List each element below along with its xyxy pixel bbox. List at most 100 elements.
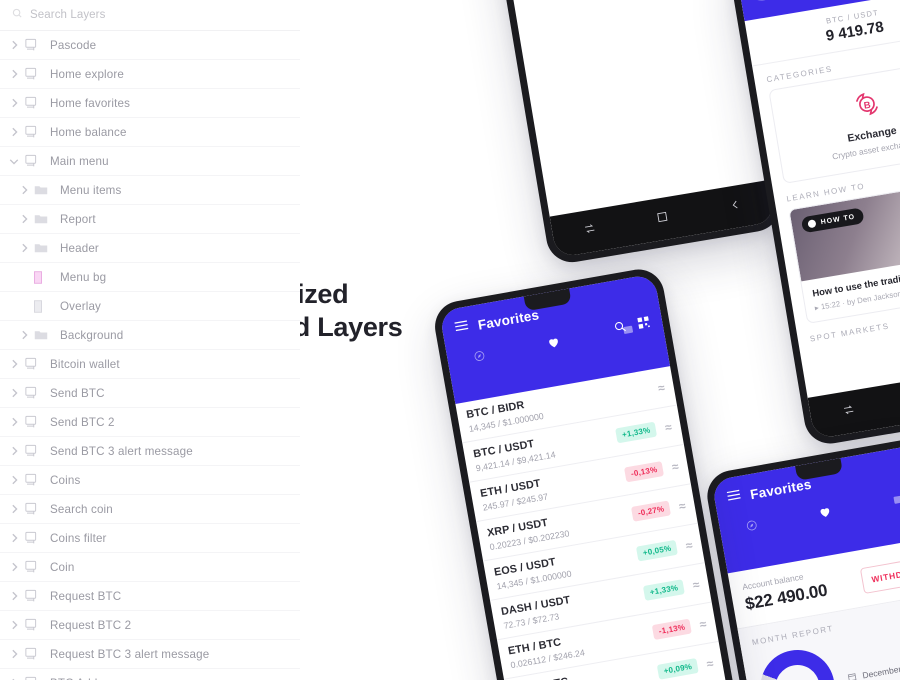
chevron-right-icon[interactable] <box>14 330 34 340</box>
layer-row-request-btc-2[interactable]: Request BTC 2 <box>0 611 300 640</box>
android-nav-bar-exchange[interactable] <box>807 362 900 440</box>
layer-name: Coins filter <box>50 531 107 545</box>
layer-row-search-coin[interactable]: Search coin <box>0 495 300 524</box>
layer-name: Request BTC 2 <box>50 618 132 632</box>
hamburger-icon[interactable] <box>725 487 743 507</box>
sparkline-icon: ≈ <box>677 498 687 514</box>
android-nav-bar[interactable] <box>549 179 776 258</box>
layer-row-send-btc-3-alert-message[interactable]: Send BTC 3 alert message <box>0 437 300 466</box>
tab-compass[interactable] <box>468 345 490 367</box>
phone-mockup-balance: Favorites Account balance $22 490.00 WIT… <box>703 435 900 680</box>
how-to-badge-label: HOW TO <box>820 213 856 227</box>
layer-row-request-btc-3-alert-message[interactable]: Request BTC 3 alert message <box>0 640 300 669</box>
recents-icon[interactable] <box>582 221 598 241</box>
chevron-right-icon[interactable] <box>14 214 34 224</box>
chevron-right-icon[interactable] <box>4 504 24 514</box>
favorites-list[interactable]: BTC / BIDR 14,345 / $1.000000 ≈ BTC / USDT 9… <box>455 366 726 680</box>
canvas: Send BTC11 July, 17:05- 0.043010 BTC- $3… <box>0 0 900 680</box>
withdraw-button[interactable]: WITHDRAW <box>859 555 900 595</box>
artboard-icon <box>24 415 50 429</box>
artboard-icon <box>24 96 50 110</box>
artboard-icon <box>24 357 50 371</box>
search-input[interactable]: Search Layers <box>30 9 105 21</box>
layer-name: Home favorites <box>50 96 131 110</box>
layer-name: Menu items <box>60 183 122 197</box>
chevron-right-icon[interactable] <box>4 40 24 50</box>
chevron-right-icon[interactable] <box>4 562 24 572</box>
layer-row-menu-bg[interactable]: Menu bg <box>0 263 300 292</box>
layer-name: Send BTC 2 <box>50 415 115 429</box>
sparkline-icon: ≈ <box>670 458 680 474</box>
artboard-icon <box>24 386 50 400</box>
qr-code-icon[interactable] <box>636 315 652 335</box>
chevron-right-icon[interactable] <box>4 388 24 398</box>
chevron-right-icon[interactable] <box>4 69 24 79</box>
layer-row-menu-items[interactable]: Menu items <box>0 176 300 205</box>
tab-compass[interactable] <box>740 514 762 536</box>
change-badge: -0,13% <box>623 460 665 483</box>
layer-name: Request BTC <box>50 589 122 603</box>
layer-name: Report <box>60 212 96 226</box>
chevron-right-icon[interactable] <box>4 649 24 659</box>
sparkline-icon: ≈ <box>705 655 715 671</box>
layer-row-header[interactable]: Header <box>0 234 300 263</box>
chevron-right-icon[interactable] <box>4 533 24 543</box>
layer-row-background[interactable]: Background <box>0 321 300 350</box>
layer-row-main-menu[interactable]: Main menu <box>0 147 300 176</box>
chevron-right-icon[interactable] <box>14 185 34 195</box>
layer-row-home-favorites[interactable]: Home favorites <box>0 89 300 118</box>
chevron-right-icon[interactable] <box>4 591 24 601</box>
layer-row-overlay[interactable]: Overlay <box>0 292 300 321</box>
recents-icon[interactable] <box>841 402 857 422</box>
artboard-icon <box>24 67 50 81</box>
layer-row-report[interactable]: Report <box>0 205 300 234</box>
layer-list[interactable]: Pascode Home explore Home favorites Home ba… <box>0 31 300 680</box>
layer-name: Bitcoin wallet <box>50 357 120 371</box>
svg-text:B: B <box>863 100 872 111</box>
rectangle-icon <box>34 299 60 313</box>
report-month-label: December <box>861 663 900 680</box>
layer-name: Menu bg <box>60 270 107 284</box>
tab-favorites[interactable] <box>814 501 836 523</box>
layer-row-btc-address[interactable]: BTC Address <box>0 669 300 680</box>
tab-wallet[interactable] <box>887 488 900 510</box>
phone-screen-transactions: Send BTC11 July, 17:05- 0.043010 BTC- $3… <box>476 0 776 258</box>
layer-row-home-explore[interactable]: Home explore <box>0 60 300 89</box>
chevron-right-icon[interactable] <box>4 359 24 369</box>
calendar-icon <box>847 671 858 680</box>
phone-screen-balance: Favorites Account balance $22 490.00 WIT… <box>711 443 900 680</box>
layer-row-pascode[interactable]: Pascode <box>0 31 300 60</box>
badge-dot-icon <box>807 219 817 229</box>
folder-icon <box>34 184 60 196</box>
search-icon[interactable] <box>612 319 628 339</box>
layer-row-coin[interactable]: Coin <box>0 553 300 582</box>
chevron-right-icon[interactable] <box>4 417 24 427</box>
back-arrow-icon[interactable] <box>728 197 743 217</box>
compass-icon[interactable] <box>750 0 773 3</box>
hamburger-icon[interactable] <box>453 318 471 338</box>
artboard-icon <box>24 473 50 487</box>
layer-name: Header <box>60 241 99 255</box>
chevron-down-icon[interactable] <box>4 158 24 165</box>
chevron-right-icon[interactable] <box>4 127 24 137</box>
tab-favorites[interactable] <box>542 332 564 354</box>
home-square-icon[interactable] <box>656 209 671 229</box>
chevron-right-icon[interactable] <box>4 446 24 456</box>
layer-row-bitcoin-wallet[interactable]: Bitcoin wallet <box>0 350 300 379</box>
folder-icon <box>34 329 60 341</box>
sparkline-icon: ≈ <box>691 576 701 592</box>
layer-row-request-btc[interactable]: Request BTC <box>0 582 300 611</box>
layer-row-home-balance[interactable]: Home balance <box>0 118 300 147</box>
layer-row-coins[interactable]: Coins <box>0 466 300 495</box>
layer-row-send-btc[interactable]: Send BTC <box>0 379 300 408</box>
chevron-right-icon[interactable] <box>4 620 24 630</box>
chevron-right-icon[interactable] <box>14 243 34 253</box>
layer-row-send-btc-2[interactable]: Send BTC 2 <box>0 408 300 437</box>
chevron-right-icon[interactable] <box>4 475 24 485</box>
sparkline-icon: ≈ <box>684 537 694 553</box>
layer-row-coins-filter[interactable]: Coins filter <box>0 524 300 553</box>
artboard-icon <box>24 154 50 168</box>
search-layers-row[interactable]: Search Layers <box>0 0 300 31</box>
change-badge: -1,13% <box>651 618 693 641</box>
chevron-right-icon[interactable] <box>4 98 24 108</box>
